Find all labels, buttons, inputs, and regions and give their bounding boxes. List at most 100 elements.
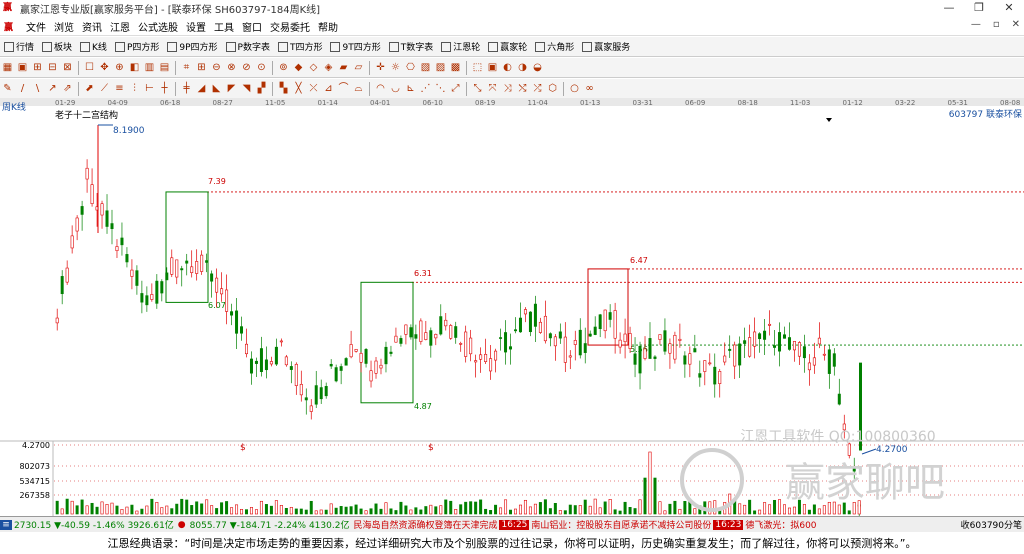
gann-tool-icon[interactable]: ⤡ bbox=[472, 83, 484, 95]
gann-tool-icon[interactable]: ↗ bbox=[47, 83, 59, 95]
menu-browse[interactable]: 浏览 bbox=[50, 19, 78, 34]
gann-tool-icon[interactable]: ╪ bbox=[181, 83, 193, 95]
gann-tool-icon[interactable]: ⋱ bbox=[435, 83, 447, 95]
draw-tool-icon[interactable]: ⊟ bbox=[47, 62, 59, 74]
draw-tool-icon[interactable]: ◧ bbox=[129, 62, 141, 74]
gann-tool-icon[interactable]: ◤ bbox=[226, 83, 238, 95]
draw-tool-icon[interactable]: ◐ bbox=[502, 62, 514, 74]
toolbar-service-button[interactable]: 赢家服务 bbox=[578, 40, 634, 53]
news-ticker-1[interactable]: 民海岛自然资源确权登簿在天津完成 bbox=[351, 518, 499, 531]
gann-tool-icon[interactable]: ⬡ bbox=[547, 83, 559, 95]
gann-tool-icon[interactable]: ⌒ bbox=[338, 83, 350, 95]
kline-chart[interactable]: 01-29 04-09 06-18 08-27 11-05 01-14 04-01 06-10… bbox=[0, 98, 1024, 516]
toolbar-tn-button[interactable]: T数字表 bbox=[385, 40, 438, 53]
gann-tool-icon[interactable]: ◡ bbox=[390, 83, 402, 95]
menu-info[interactable]: 资讯 bbox=[78, 19, 106, 34]
sz-index[interactable]: 8055.77 ▼-184.71 -2.24% 4130.2亿 bbox=[188, 518, 352, 531]
gann-tool-icon[interactable]: ▞ bbox=[256, 83, 268, 95]
toolbar-t-box-button[interactable]: T四方形 bbox=[274, 40, 327, 53]
toolbar-pn-button[interactable]: P数字表 bbox=[222, 40, 274, 53]
gann-tool-icon[interactable]: ⇗ bbox=[62, 83, 74, 95]
sh-index[interactable]: 2730.15 ▼-40.59 -1.46% 3926.61亿 bbox=[12, 518, 176, 531]
gann-tool-icon[interactable]: ╳ bbox=[293, 83, 305, 95]
gann-tool-icon[interactable]: / bbox=[17, 83, 29, 95]
news-ticker-2[interactable]: 南山铝业：控股股东自愿承诺不减持公司股份 bbox=[529, 518, 713, 531]
draw-tool-icon[interactable]: ✥ bbox=[99, 62, 111, 74]
maximize-button[interactable]: ❐ bbox=[964, 0, 994, 16]
menu-window[interactable]: 窗口 bbox=[238, 19, 266, 34]
menu-help[interactable]: 帮助 bbox=[314, 19, 342, 34]
menu-formula[interactable]: 公式选股 bbox=[134, 19, 182, 34]
draw-tool-icon[interactable]: ▰ bbox=[338, 62, 350, 74]
gann-tool-icon[interactable]: ⟋ bbox=[99, 83, 111, 95]
toolbar-nine-t-button[interactable]: 9T四方形 bbox=[326, 40, 384, 53]
toolbar-kline-button[interactable]: K线 bbox=[76, 40, 111, 53]
draw-tool-icon[interactable]: ▨ bbox=[435, 62, 447, 74]
gann-tool-icon[interactable]: ⤫ bbox=[308, 83, 320, 95]
draw-tool-icon[interactable]: ⬚ bbox=[472, 62, 484, 74]
tick-detail[interactable]: 收603790分笔 bbox=[959, 518, 1024, 531]
draw-tool-icon[interactable]: ⊚ bbox=[278, 62, 290, 74]
gann-tool-icon[interactable]: ≡ bbox=[114, 83, 126, 95]
draw-tool-icon[interactable]: ▣ bbox=[17, 62, 29, 74]
menu-gann[interactable]: 江恩 bbox=[106, 19, 134, 34]
gann-tool-icon[interactable]: ⤨ bbox=[502, 83, 514, 95]
gann-tool-icon[interactable]: ◠ bbox=[375, 83, 387, 95]
draw-tool-icon[interactable]: ⊙ bbox=[256, 62, 268, 74]
draw-tool-icon[interactable]: ⊘ bbox=[241, 62, 253, 74]
menu-tools[interactable]: 工具 bbox=[210, 19, 238, 34]
draw-tool-icon[interactable]: ▩ bbox=[450, 62, 462, 74]
draw-tool-icon[interactable]: ▥ bbox=[144, 62, 156, 74]
gann-tool-icon[interactable]: ⊾ bbox=[405, 83, 417, 95]
draw-tool-icon[interactable]: ⊗ bbox=[226, 62, 238, 74]
news-ticker-3[interactable]: 德飞激光：拟600 bbox=[743, 518, 818, 531]
gann-tool-icon[interactable]: ⌓ bbox=[353, 83, 365, 95]
draw-tool-icon[interactable]: ⊕ bbox=[114, 62, 126, 74]
toolbar-p-box-button[interactable]: P四方形 bbox=[111, 40, 163, 53]
minimize-button[interactable]: — bbox=[934, 0, 964, 16]
gann-tool-icon[interactable]: ⤧ bbox=[487, 83, 499, 95]
gann-tool-icon[interactable]: ⤭ bbox=[517, 83, 529, 95]
close-button[interactable]: ✕ bbox=[994, 0, 1024, 16]
draw-tool-icon[interactable]: ☼ bbox=[390, 62, 402, 74]
child-minimize-button[interactable]: — bbox=[971, 19, 981, 30]
toolbar-wheel-button[interactable]: 江恩轮 bbox=[437, 40, 484, 53]
gann-tool-icon[interactable]: ┼ bbox=[159, 83, 171, 95]
menu-trade[interactable]: 交易委托 bbox=[266, 19, 314, 34]
gann-tool-icon[interactable]: ⫶ bbox=[129, 83, 141, 95]
draw-tool-icon[interactable]: ⊠ bbox=[62, 62, 74, 74]
draw-tool-icon[interactable]: ⊞ bbox=[32, 62, 44, 74]
draw-tool-icon[interactable]: ⊞ bbox=[196, 62, 208, 74]
child-restore-button[interactable]: ▫ bbox=[993, 19, 1000, 30]
draw-tool-icon[interactable]: ◑ bbox=[517, 62, 529, 74]
gann-tool-icon[interactable]: ⊿ bbox=[323, 83, 335, 95]
draw-tool-icon[interactable]: ☐ bbox=[84, 62, 96, 74]
child-close-button[interactable]: ✕ bbox=[1012, 19, 1020, 30]
draw-tool-icon[interactable]: ◈ bbox=[323, 62, 335, 74]
draw-tool-icon[interactable]: ⊖ bbox=[211, 62, 223, 74]
gann-tool-icon[interactable]: ◣ bbox=[211, 83, 223, 95]
dropdown-caret-icon[interactable] bbox=[826, 118, 832, 122]
draw-tool-icon[interactable]: ◆ bbox=[293, 62, 305, 74]
draw-tool-icon[interactable]: ⎔ bbox=[405, 62, 417, 74]
draw-tool-icon[interactable]: ▱ bbox=[353, 62, 365, 74]
gann-tool-icon[interactable]: ⤮ bbox=[532, 83, 544, 95]
toolbar-nine-p-button[interactable]: 9P四方形 bbox=[163, 40, 221, 53]
gann-tool-icon[interactable]: ⊢ bbox=[144, 83, 156, 95]
toolbar-hexagram-button[interactable]: 六角形 bbox=[531, 40, 578, 53]
gann-tool-icon[interactable]: ○ bbox=[569, 83, 581, 95]
gann-tool-icon[interactable]: ▚ bbox=[278, 83, 290, 95]
menu-settings[interactable]: 设置 bbox=[182, 19, 210, 34]
gann-tool-icon[interactable]: ⤢ bbox=[450, 83, 462, 95]
toolbar-list-button[interactable]: 行情 bbox=[0, 40, 38, 53]
gann-tool-icon[interactable]: ⬈ bbox=[84, 83, 96, 95]
gann-tool-icon[interactable]: \ bbox=[32, 83, 44, 95]
gann-tool-icon[interactable]: ◢ bbox=[196, 83, 208, 95]
draw-tool-icon[interactable]: ▣ bbox=[487, 62, 499, 74]
gann-tool-icon[interactable]: ⋰ bbox=[420, 83, 432, 95]
toolbar-grid-button[interactable]: 板块 bbox=[38, 40, 76, 53]
draw-tool-icon[interactable]: ✛ bbox=[375, 62, 387, 74]
draw-tool-icon[interactable]: ◒ bbox=[532, 62, 544, 74]
menu-file[interactable]: 文件 bbox=[22, 19, 50, 34]
gann-tool-icon[interactable]: ✎ bbox=[2, 83, 14, 95]
